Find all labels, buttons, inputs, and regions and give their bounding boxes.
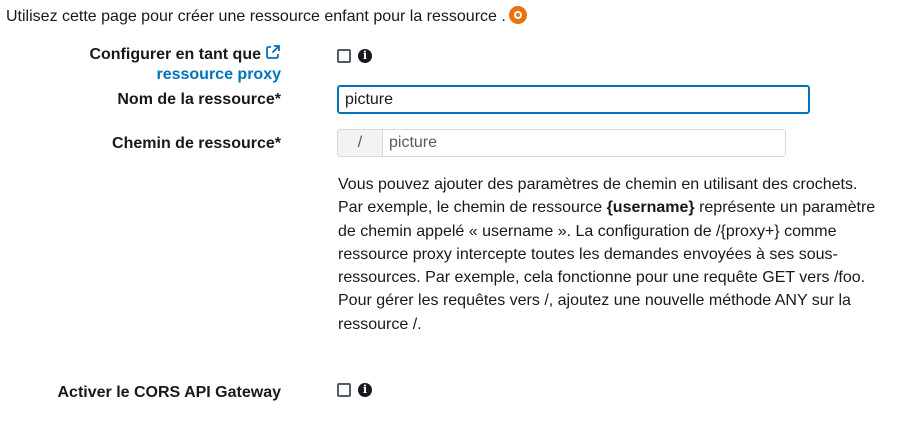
proxy-resource-link[interactable]: ressource proxy xyxy=(156,66,281,83)
cors-checkbox[interactable] xyxy=(337,383,351,397)
external-link-icon[interactable] xyxy=(265,44,281,60)
resource-name-label: Nom de la ressource* xyxy=(117,91,281,108)
cors-info-icon[interactable]: i xyxy=(358,383,372,397)
intro-text: Utilisez cette page pour créer une resso… xyxy=(6,8,506,25)
proxy-checkbox[interactable] xyxy=(337,49,351,63)
intro-text-row: Utilisez cette page pour créer une resso… xyxy=(6,6,527,26)
help-text: Vous pouvez ajouter des paramètres de ch… xyxy=(338,173,878,336)
status-dot-icon xyxy=(508,6,527,24)
resource-path-label: Chemin de ressource* xyxy=(112,135,281,152)
resource-path-field: / xyxy=(337,129,786,157)
resource-path-input[interactable] xyxy=(383,130,785,156)
proxy-label-line1: Configurer en tant que xyxy=(89,46,261,63)
cors-label: Activer le CORS API Gateway xyxy=(57,384,282,401)
info-icon[interactable]: i xyxy=(358,49,372,63)
path-prefix: / xyxy=(338,130,383,156)
resource-name-input[interactable] xyxy=(337,85,810,114)
proxy-label: Configurer en tant que ressource proxy xyxy=(89,44,281,85)
help-text-bold: {username} xyxy=(606,199,695,217)
help-text-part2: représente un paramètre de chemin appelé… xyxy=(338,199,876,333)
